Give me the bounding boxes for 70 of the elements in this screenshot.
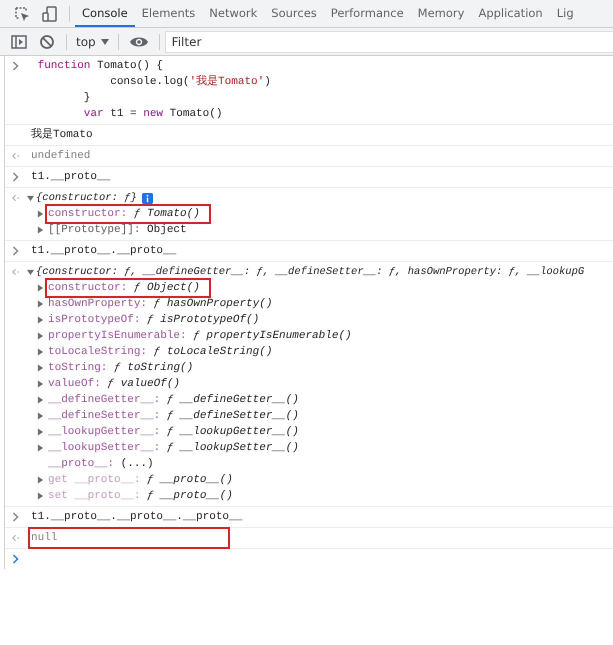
- panel-tab[interactable]: Performance: [324, 0, 411, 27]
- expand-triangle-icon[interactable]: [37, 492, 44, 500]
- code-line: t1.__proto__.__proto__.__proto__: [31, 510, 242, 525]
- object-property[interactable]: hasOwnProperty: ƒ hasOwnProperty(): [48, 297, 280, 311]
- expand-triangle-icon[interactable]: [37, 332, 44, 340]
- object-property[interactable]: __proto__: (...): [48, 457, 162, 471]
- expand-triangle-icon[interactable]: [27, 194, 34, 202]
- result-arrow-icon: [11, 151, 20, 161]
- expand-triangle-icon[interactable]: [37, 476, 44, 484]
- object-summary: {constructor: ƒ}: [36, 192, 137, 204]
- filter-field[interactable]: Filter: [164, 30, 613, 52]
- object-property[interactable]: __lookupGetter__: ƒ __lookupGetter__(): [48, 425, 307, 439]
- object-property[interactable]: valueOf: ƒ valueOf(): [48, 377, 188, 391]
- object-property[interactable]: [[Prototype]]: Object: [48, 223, 195, 237]
- chevron-icon: [11, 246, 20, 256]
- log-message: 我是Tomato: [31, 127, 93, 143]
- result-value: null: [31, 530, 227, 546]
- object-property[interactable]: get __proto__: ƒ __proto__(): [48, 473, 241, 487]
- expand-triangle-icon[interactable]: [27, 268, 34, 276]
- chevron-icon: [11, 172, 20, 182]
- panel-tab[interactable]: Elements: [134, 0, 202, 27]
- expand-triangle-icon[interactable]: [37, 284, 44, 292]
- object-summary: {constructor: ƒ, __defineGetter__: ƒ, __defineSetter__: ƒ, hasOwnProperty: ƒ, __lookupG: [36, 266, 584, 278]
- object-property[interactable]: __defineSetter__: ƒ __defineSetter__(): [48, 409, 307, 423]
- panel-tab[interactable]: Application: [471, 0, 550, 27]
- object-property[interactable]: toString: ƒ toString(): [48, 361, 202, 375]
- result-value: undefined: [31, 149, 90, 164]
- clear-icon[interactable]: [38, 32, 56, 50]
- context-select[interactable]: top: [72, 34, 113, 48]
- object-property[interactable]: constructor: ƒ Tomato(): [48, 207, 208, 221]
- code-line: console.log('我是Tomato'): [109, 74, 271, 90]
- expand-triangle-icon[interactable]: [37, 396, 44, 404]
- expand-triangle-icon[interactable]: [37, 380, 44, 388]
- object-property[interactable]: set __proto__: ƒ __proto__(): [48, 489, 241, 503]
- expand-triangle-icon[interactable]: [37, 428, 44, 436]
- expand-triangle-icon[interactable]: [37, 364, 44, 372]
- code-line: var t1 = new Tomato(): [82, 107, 224, 122]
- expand-triangle-icon[interactable]: [37, 348, 44, 356]
- result-arrow-icon: [11, 193, 20, 203]
- expand-triangle-icon[interactable]: [37, 226, 44, 234]
- code-line: t1.__proto__.__proto__: [31, 244, 176, 259]
- panel-tab[interactable]: Sources: [264, 0, 324, 27]
- object-property[interactable]: toLocaleString: ƒ toLocaleString(): [48, 345, 280, 359]
- chevron-icon: [11, 61, 20, 71]
- object-property[interactable]: __defineGetter__: ƒ __defineGetter__(): [48, 393, 307, 407]
- sidebar-icon[interactable]: [10, 32, 28, 50]
- eye-icon[interactable]: [128, 34, 149, 48]
- object-property[interactable]: isPrototypeOf: ƒ isPrototypeOf(): [48, 313, 268, 327]
- object-property[interactable]: propertyIsEnumerable: ƒ propertyIsEnumerable(): [48, 329, 360, 343]
- inspect-icon[interactable]: [13, 4, 31, 22]
- prompt-chevron-icon[interactable]: [11, 554, 20, 564]
- expand-triangle-icon[interactable]: [37, 444, 44, 452]
- panel-tab[interactable]: Memory: [410, 0, 472, 27]
- info-icon[interactable]: [142, 192, 153, 204]
- caret-icon: [100, 38, 109, 44]
- expand-triangle-icon[interactable]: [37, 316, 44, 324]
- expand-triangle-icon[interactable]: [37, 210, 44, 218]
- object-property[interactable]: __lookupSetter__: ƒ __lookupSetter__(): [48, 441, 307, 455]
- code-line: }: [82, 91, 92, 106]
- code-line: function Tomato() {: [36, 59, 164, 74]
- expand-triangle-icon[interactable]: [37, 412, 44, 420]
- expand-triangle-icon[interactable]: [37, 300, 44, 308]
- code-line: t1.__proto__: [31, 170, 110, 185]
- device-icon[interactable]: [41, 4, 59, 22]
- result-arrow-icon: [11, 267, 20, 277]
- chevron-icon: [11, 512, 20, 522]
- panel-tab[interactable]: Network: [202, 0, 264, 27]
- object-property[interactable]: constructor: ƒ Object(): [48, 281, 208, 295]
- panel-tab[interactable]: Lig: [550, 0, 581, 27]
- result-arrow-icon: [11, 533, 20, 543]
